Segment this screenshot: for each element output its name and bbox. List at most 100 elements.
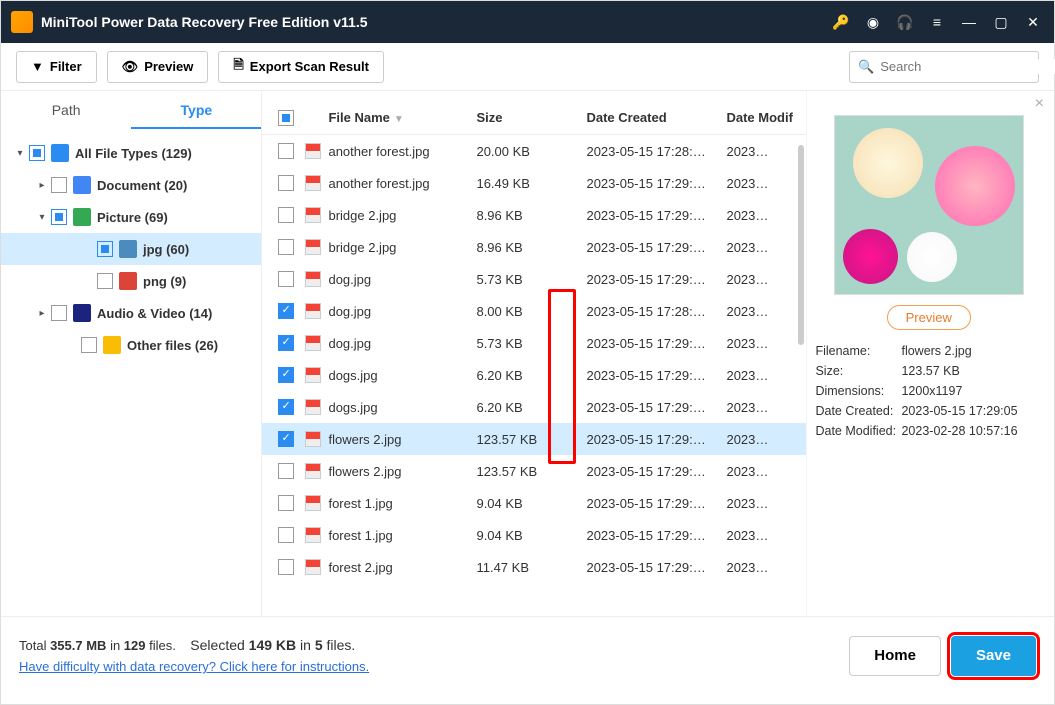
meta-filename-label: Filename:: [815, 344, 901, 358]
row-checkbox[interactable]: [278, 559, 294, 575]
titlebar: MiniTool Power Data Recovery Free Editio…: [1, 1, 1054, 43]
menu-icon[interactable]: ≡: [926, 14, 948, 30]
cell-size: 123.57 KB: [476, 432, 586, 447]
meta-created-label: Date Created:: [815, 404, 901, 418]
row-checkbox[interactable]: [278, 239, 294, 255]
file-icon: [305, 463, 321, 479]
file-row[interactable]: forest 1.jpg9.04 KB2023-05-15 17:29:…202…: [262, 519, 806, 551]
tree-label: Picture (69): [97, 210, 168, 225]
tree-item-pic[interactable]: ▾Picture (69): [1, 201, 261, 233]
file-row[interactable]: another forest.jpg20.00 KB2023-05-15 17:…: [262, 135, 806, 167]
row-checkbox[interactable]: [278, 143, 294, 159]
eye-icon: 👁: [122, 59, 139, 75]
preview-button[interactable]: 👁Preview: [107, 51, 209, 83]
file-row[interactable]: dog.jpg5.73 KB2023-05-15 17:29:…2023…: [262, 327, 806, 359]
tree-item-all[interactable]: ▾All File Types (129): [1, 137, 261, 169]
file-list-body[interactable]: another forest.jpg20.00 KB2023-05-15 17:…: [262, 135, 806, 616]
tree-checkbox[interactable]: [51, 305, 67, 321]
tree-checkbox[interactable]: [29, 145, 45, 161]
key-icon[interactable]: 🔑: [830, 14, 852, 31]
cell-name: forest 2.jpg: [326, 560, 476, 575]
file-row[interactable]: dog.jpg5.73 KB2023-05-15 17:29:…2023…: [262, 263, 806, 295]
tree-item-png[interactable]: png (9): [1, 265, 261, 297]
row-checkbox[interactable]: [278, 431, 294, 447]
file-row[interactable]: dog.jpg8.00 KB2023-05-15 17:28:…2023…: [262, 295, 806, 327]
help-link[interactable]: Have difficulty with data recovery? Clic…: [19, 659, 369, 674]
app-title: MiniTool Power Data Recovery Free Editio…: [41, 14, 820, 30]
tree-item-other[interactable]: Other files (26): [1, 329, 261, 361]
cell-size: 16.49 KB: [476, 176, 586, 191]
tree-item-doc[interactable]: ▸Document (20): [1, 169, 261, 201]
file-icon: [305, 143, 321, 159]
file-list-panel: File Name▼ Size Date Created Date Modif …: [262, 91, 806, 616]
row-checkbox[interactable]: [278, 367, 294, 383]
search-box[interactable]: 🔍: [849, 51, 1039, 83]
search-input[interactable]: [880, 59, 1055, 74]
footer: Total 355.7 MB in 129 files. Selected 14…: [1, 616, 1054, 694]
maximize-icon[interactable]: ▢: [990, 14, 1012, 31]
preview-open-button[interactable]: Preview: [887, 305, 971, 330]
row-checkbox[interactable]: [278, 303, 294, 319]
file-row[interactable]: another forest.jpg16.49 KB2023-05-15 17:…: [262, 167, 806, 199]
sort-icon: ▼: [394, 114, 404, 125]
tree-item-jpg[interactable]: jpg (60): [1, 233, 261, 265]
file-row[interactable]: bridge 2.jpg8.96 KB2023-05-15 17:29:…202…: [262, 199, 806, 231]
tree-checkbox[interactable]: [51, 177, 67, 193]
file-row[interactable]: forest 1.jpg9.04 KB2023-05-15 17:29:…202…: [262, 487, 806, 519]
col-header-size[interactable]: Size: [476, 110, 586, 125]
cell-created: 2023-05-15 17:29:…: [586, 208, 726, 223]
col-header-modified[interactable]: Date Modif: [726, 110, 796, 125]
row-checkbox[interactable]: [278, 463, 294, 479]
file-icon: [305, 495, 321, 511]
meta-size-value: 123.57 KB: [901, 364, 1042, 378]
save-button[interactable]: Save: [951, 636, 1036, 676]
col-header-created[interactable]: Date Created: [586, 110, 726, 125]
cell-name: dog.jpg: [326, 336, 476, 351]
file-row[interactable]: flowers 2.jpg123.57 KB2023-05-15 17:29:……: [262, 423, 806, 455]
row-checkbox[interactable]: [278, 399, 294, 415]
headset-icon[interactable]: 🎧: [894, 14, 916, 31]
tree-checkbox[interactable]: [81, 337, 97, 353]
preview-close-icon[interactable]: ×: [1035, 95, 1044, 113]
file-row[interactable]: dogs.jpg6.20 KB2023-05-15 17:29:…2023…: [262, 359, 806, 391]
file-icon: [305, 559, 321, 575]
scrollbar-thumb[interactable]: [798, 145, 804, 345]
file-row[interactable]: dogs.jpg6.20 KB2023-05-15 17:29:…2023…: [262, 391, 806, 423]
row-checkbox[interactable]: [278, 335, 294, 351]
tab-path[interactable]: Path: [1, 91, 131, 129]
file-row[interactable]: bridge 2.jpg8.96 KB2023-05-15 17:29:…202…: [262, 231, 806, 263]
file-row[interactable]: flowers 2.jpg123.57 KB2023-05-15 17:29:……: [262, 455, 806, 487]
cell-created: 2023-05-15 17:29:…: [586, 560, 726, 575]
tree-checkbox[interactable]: [97, 273, 113, 289]
footer-status: Total 355.7 MB in 129 files. Selected 14…: [19, 637, 839, 674]
cell-created: 2023-05-15 17:29:…: [586, 176, 726, 191]
col-header-name[interactable]: File Name▼: [326, 110, 476, 125]
row-checkbox[interactable]: [278, 271, 294, 287]
row-checkbox[interactable]: [278, 207, 294, 223]
row-checkbox[interactable]: [278, 175, 294, 191]
header-checkbox[interactable]: [278, 110, 294, 126]
home-button[interactable]: Home: [849, 636, 941, 676]
folder-type-icon: [119, 240, 137, 258]
disc-icon[interactable]: ◉: [862, 14, 884, 31]
row-checkbox[interactable]: [278, 495, 294, 511]
minimize-icon[interactable]: —: [958, 14, 980, 30]
cell-size: 8.00 KB: [476, 304, 586, 319]
file-icon: [305, 431, 321, 447]
file-icon: [305, 527, 321, 543]
cell-size: 9.04 KB: [476, 496, 586, 511]
tree-item-av[interactable]: ▸Audio & Video (14): [1, 297, 261, 329]
tree-label: Document (20): [97, 178, 187, 193]
tab-type[interactable]: Type: [131, 91, 261, 129]
file-type-tree[interactable]: ▾All File Types (129)▸Document (20)▾Pict…: [1, 129, 261, 616]
app-logo-icon: [11, 11, 33, 33]
tree-checkbox[interactable]: [97, 241, 113, 257]
filter-button[interactable]: ▼Filter: [16, 51, 97, 83]
file-row[interactable]: forest 2.jpg11.47 KB2023-05-15 17:29:…20…: [262, 551, 806, 583]
row-checkbox[interactable]: [278, 527, 294, 543]
cell-created: 2023-05-15 17:29:…: [586, 496, 726, 511]
cell-name: bridge 2.jpg: [326, 208, 476, 223]
export-button[interactable]: 🗎Export Scan Result: [218, 51, 384, 83]
close-icon[interactable]: ✕: [1022, 14, 1044, 31]
tree-checkbox[interactable]: [51, 209, 67, 225]
